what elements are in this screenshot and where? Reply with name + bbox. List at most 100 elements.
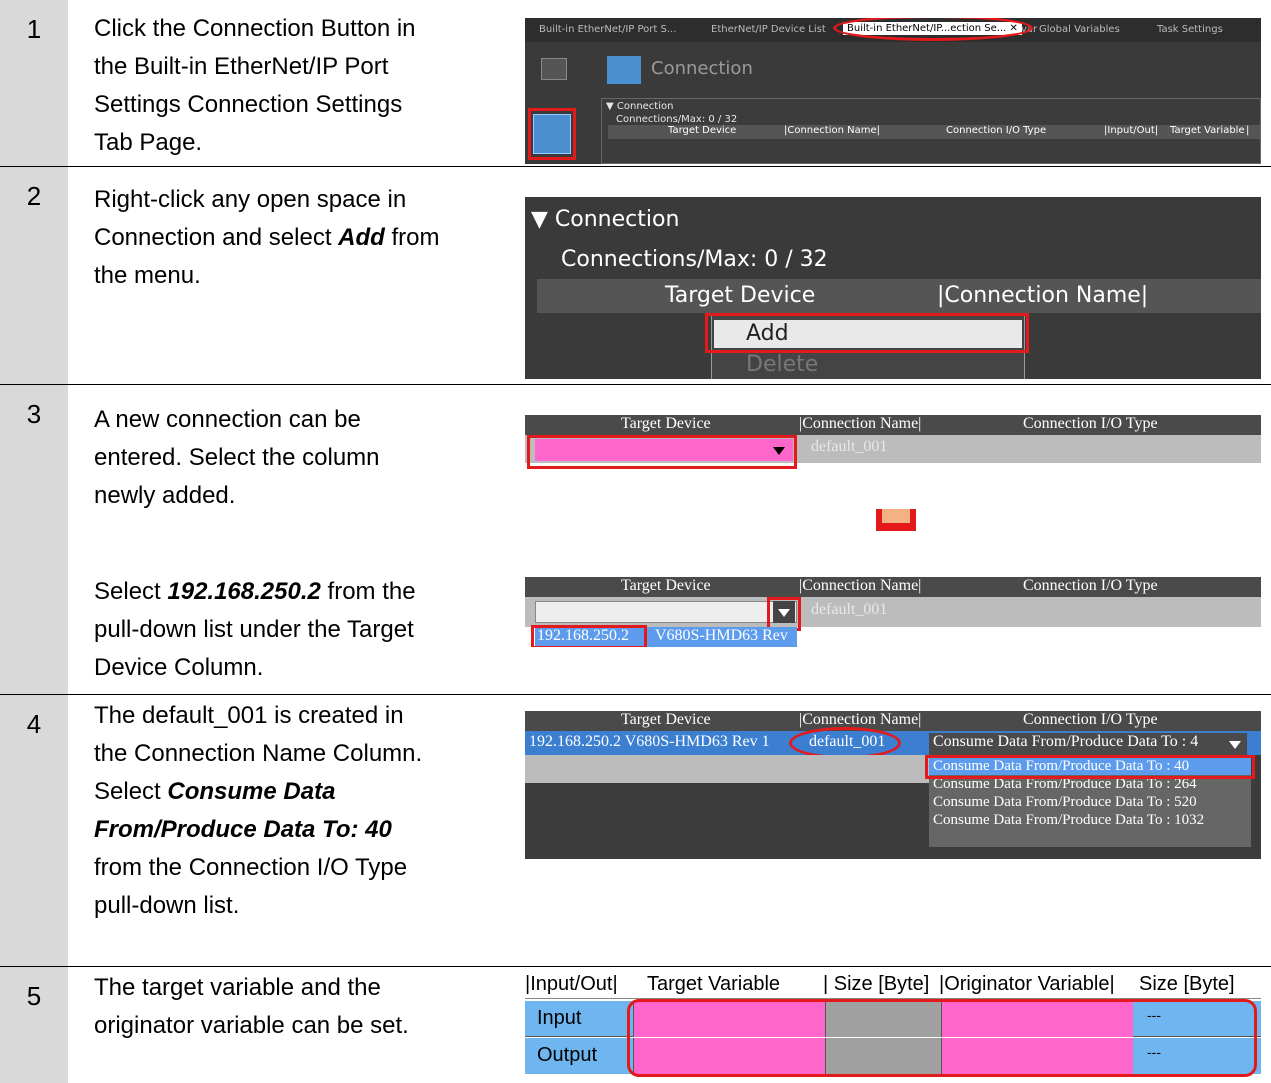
step-line: The default_001 is created in bbox=[94, 697, 422, 735]
screenshot-dropdown: Target Device |Connection Name| Connecti… bbox=[525, 577, 1261, 647]
row-label: Output bbox=[537, 1044, 598, 1066]
connection-name-cell: default_001 bbox=[811, 601, 888, 618]
highlight-target-device bbox=[527, 435, 797, 469]
step-1: 1 Click the Connection Button in the Buil… bbox=[0, 0, 1271, 166]
column-header: Target Device |Connection Name| bbox=[537, 279, 1261, 313]
tab-task-settings[interactable]: Task Settings bbox=[1157, 24, 1223, 35]
col-input-output: |Input/Out| bbox=[525, 973, 618, 995]
col-target-size: | Size [Byte] bbox=[823, 973, 930, 995]
step-number: 5 bbox=[0, 967, 68, 1083]
row-label: Input bbox=[537, 1007, 582, 1029]
chevron-down-icon bbox=[1229, 741, 1241, 749]
screenshot-new-row: Target Device |Connection Name| Connecti… bbox=[525, 415, 1261, 473]
col-target-device: Target Device bbox=[665, 283, 816, 308]
text-run: entered. Select the column bbox=[94, 444, 380, 471]
highlight-option-40 bbox=[925, 755, 1255, 779]
section-header[interactable]: ▼ Connection bbox=[531, 207, 679, 232]
col-target-device: Target Device bbox=[621, 577, 711, 594]
sidebar-icon[interactable] bbox=[541, 58, 567, 80]
step-line: Select 192.168.250.2 from the bbox=[94, 573, 416, 611]
text-run: the menu. bbox=[94, 262, 201, 289]
text-run: Click the bbox=[94, 15, 193, 42]
step-line: pull-down list under the Target bbox=[94, 611, 416, 649]
text-run: A new connection can be bbox=[94, 406, 361, 433]
screenshot-connection-tab: Built-in EtherNet/IP Port S... EtherNet/… bbox=[525, 18, 1261, 164]
highlight-ip bbox=[531, 625, 647, 647]
text-run: Connection bbox=[192, 15, 315, 42]
step-line: Click the Connection Button in bbox=[94, 10, 416, 48]
text-run: from the bbox=[320, 578, 416, 605]
col-target-variable: Target Variable bbox=[647, 973, 781, 995]
text-run: The target variable and the bbox=[94, 974, 381, 1001]
tab-global-variables[interactable]: Global Variables bbox=[1039, 24, 1120, 35]
menu-item-delete[interactable]: Delete bbox=[746, 352, 818, 377]
device-cell: 192.168.250.2 V680S-HMD63 Rev 1 bbox=[529, 733, 770, 750]
text-run: Target bbox=[347, 616, 414, 643]
connection-title: Connection bbox=[651, 58, 753, 79]
text-run: Button in bbox=[314, 15, 416, 42]
step-number: 2 bbox=[0, 167, 68, 384]
step-text: The target variable and the originator va… bbox=[94, 969, 409, 1045]
step-line: pull-down list. bbox=[94, 887, 422, 925]
column-header: |Input/Out| Target Variable | Size [Byte… bbox=[525, 971, 1261, 999]
column-header: Target Device |Connection Name| Connecti… bbox=[525, 711, 1261, 731]
step-line: the Built-in EtherNet/IP Port bbox=[94, 48, 416, 86]
text-run: Tab Page. bbox=[94, 129, 203, 156]
highlight-connection-button bbox=[528, 108, 576, 160]
text-run: from the Connection I/O Type bbox=[94, 854, 408, 881]
text-run: From/Produce Data To: 40 bbox=[94, 816, 392, 843]
step-line: From/Produce Data To: 40 bbox=[94, 811, 422, 849]
step-line: Settings Connection Settings bbox=[94, 86, 416, 124]
text-run: Add bbox=[338, 224, 385, 251]
text-run: the bbox=[94, 740, 135, 767]
section-header[interactable]: ▼ Connection bbox=[602, 99, 1260, 114]
io-type-dropdown[interactable]: Consume Data From/Produce Data To : 4 bbox=[929, 733, 1247, 755]
target-device-dropdown[interactable] bbox=[535, 601, 797, 623]
tab-device-list[interactable]: EtherNet/IP Device List bbox=[711, 24, 826, 35]
col-io-type: Connection I/O Type bbox=[1023, 577, 1158, 594]
step-text: The default_001 is created in the Connect… bbox=[94, 697, 422, 925]
text-run: from bbox=[384, 224, 440, 251]
step-line: Right-click any open space in bbox=[94, 181, 440, 219]
step-line: originator variable can be set. bbox=[94, 1007, 409, 1045]
blank-row bbox=[525, 755, 929, 783]
connection-count: Connections/Max: 0 / 32 bbox=[616, 114, 738, 125]
col-target-variable: Target Variable bbox=[1170, 125, 1245, 136]
step-line: Connection and select Add from bbox=[94, 219, 440, 257]
col-connection-name: |Connection Name| bbox=[799, 711, 922, 728]
text-run: Column. bbox=[326, 740, 423, 767]
option-rest: V680S-HMD63 Rev 1 bbox=[655, 627, 788, 647]
connection-icon bbox=[607, 56, 641, 84]
option-520[interactable]: Consume Data From/Produce Data To : 520 bbox=[929, 793, 1251, 811]
step-5: 5 The target variable and the originator … bbox=[0, 966, 1271, 1083]
col-input-output: |Input/Out| bbox=[1104, 125, 1159, 136]
screenshot-variables: |Input/Out| Target Variable | Size [Byte… bbox=[525, 971, 1261, 1077]
step-3: 3 A new connection can be entered. Select… bbox=[0, 384, 1271, 694]
option-1032[interactable]: Consume Data From/Produce Data To : 1032 bbox=[929, 811, 1251, 829]
text-run: Connection Name bbox=[134, 740, 327, 767]
highlight-dropdown-button bbox=[767, 597, 801, 631]
text-run: Select bbox=[94, 578, 168, 605]
text-run: Consume Data bbox=[167, 778, 336, 805]
step-line: Tab Page. bbox=[94, 124, 416, 162]
step-line: A new connection can be bbox=[94, 401, 380, 439]
arrow-down-icon bbox=[876, 509, 916, 531]
col-connection-name: |Connection Name| bbox=[799, 577, 922, 594]
text-run: Device bbox=[94, 654, 168, 681]
step-number: 3 bbox=[0, 385, 68, 694]
tab-port-settings[interactable]: Built-in EtherNet/IP Port S... bbox=[539, 24, 676, 35]
text-run: newly added. bbox=[94, 482, 236, 509]
step-number: 4 bbox=[0, 695, 68, 966]
step-line: Select Consume Data bbox=[94, 773, 422, 811]
highlight-oval bbox=[833, 18, 1033, 41]
row: default_001 bbox=[525, 597, 1261, 627]
step-text: Right-click any open space in Connection … bbox=[94, 181, 440, 295]
step-text: Click the Connection Button in the Built-… bbox=[94, 10, 416, 162]
screenshot-io-type: Target Device |Connection Name| Connecti… bbox=[525, 711, 1261, 859]
col-io-type: Connection I/O Type bbox=[1023, 711, 1158, 728]
text-run: pull-down list under the bbox=[94, 616, 348, 643]
step-text-2: Select 192.168.250.2 from the pull-down l… bbox=[94, 573, 416, 687]
text-run: Select bbox=[94, 778, 168, 805]
col-more: | bbox=[1246, 125, 1250, 136]
col-io-type: Connection I/O Type bbox=[1023, 415, 1158, 432]
